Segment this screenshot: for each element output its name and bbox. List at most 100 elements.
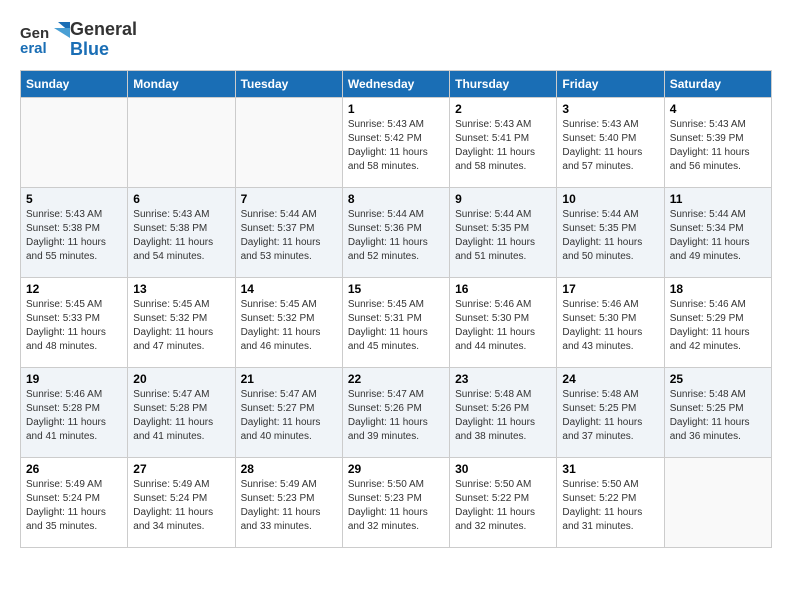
day-number: 6 [133,192,229,206]
logo-text-general: General [70,19,137,39]
calendar-week-row: 12 Sunrise: 5:45 AMSunset: 5:33 PMDayligh… [21,278,772,368]
day-number: 24 [562,372,658,386]
calendar-week-row: 5 Sunrise: 5:43 AMSunset: 5:38 PMDaylight… [21,188,772,278]
calendar-week-row: 1 Sunrise: 5:43 AMSunset: 5:42 PMDaylight… [21,98,772,188]
weekday-header: Saturday [664,71,771,98]
calendar-day-cell: 21 Sunrise: 5:47 AMSunset: 5:27 PMDayligh… [235,368,342,458]
day-info: Sunrise: 5:48 AMSunset: 5:26 PMDaylight:… [455,388,551,444]
day-number: 4 [670,102,766,116]
day-number: 15 [348,282,444,296]
day-number: 26 [26,462,122,476]
calendar-day-cell: 20Sunrise: 5:47 AMSunset: 5:28 PMDayligh… [128,368,235,458]
calendar-day-cell: 16 Sunrise: 5:46 AMSunset: 5:30 PMDayligh… [450,278,557,368]
calendar-day-cell: 5 Sunrise: 5:43 AMSunset: 5:38 PMDaylight… [21,188,128,278]
day-number: 31 [562,462,658,476]
day-number: 5 [26,192,122,206]
day-info: Sunrise: 5:47 AMSunset: 5:28 PMDaylight:… [133,388,229,444]
weekday-header: Tuesday [235,71,342,98]
day-info: Sunrise: 5:46 AMSunset: 5:28 PMDaylight:… [26,388,122,444]
day-info: Sunrise: 5:47 AMSunset: 5:27 PMDaylight:… [241,388,337,444]
day-number: 17 [562,282,658,296]
logo-text-blue: Blue [70,39,109,59]
day-info: Sunrise: 5:43 AMSunset: 5:40 PMDaylight:… [562,118,658,174]
day-number: 28 [241,462,337,476]
calendar-day-cell: 23Sunrise: 5:48 AMSunset: 5:26 PMDayligh… [450,368,557,458]
day-info: Sunrise: 5:49 AMSunset: 5:23 PMDaylight:… [241,478,337,534]
weekday-header: Wednesday [342,71,449,98]
calendar-day-cell: 30Sunrise: 5:50 AMSunset: 5:22 PMDayligh… [450,458,557,548]
calendar-day-cell: 2 Sunrise: 5:43 AMSunset: 5:41 PMDaylight… [450,98,557,188]
calendar-day-cell [235,98,342,188]
day-info: Sunrise: 5:45 AMSunset: 5:32 PMDaylight:… [133,298,229,354]
day-number: 13 [133,282,229,296]
day-number: 30 [455,462,551,476]
day-number: 3 [562,102,658,116]
day-number: 16 [455,282,551,296]
day-info: Sunrise: 5:50 AMSunset: 5:23 PMDaylight:… [348,478,444,534]
day-info: Sunrise: 5:50 AMSunset: 5:22 PMDaylight:… [562,478,658,534]
day-number: 22 [348,372,444,386]
day-number: 12 [26,282,122,296]
calendar-day-cell: 6 Sunrise: 5:43 AMSunset: 5:38 PMDaylight… [128,188,235,278]
day-number: 27 [133,462,229,476]
day-number: 2 [455,102,551,116]
day-info: Sunrise: 5:48 AMSunset: 5:25 PMDaylight:… [562,388,658,444]
calendar-day-cell: 27 Sunrise: 5:49 AMSunset: 5:24 PMDayligh… [128,458,235,548]
calendar-day-cell [21,98,128,188]
day-info: Sunrise: 5:44 AMSunset: 5:34 PMDaylight:… [670,208,766,264]
calendar-day-cell: 3 Sunrise: 5:43 AMSunset: 5:40 PMDaylight… [557,98,664,188]
day-info: Sunrise: 5:43 AMSunset: 5:41 PMDaylight:… [455,118,551,174]
calendar-week-row: 26 Sunrise: 5:49 AMSunset: 5:24 PMDayligh… [21,458,772,548]
day-info: Sunrise: 5:49 AMSunset: 5:24 PMDaylight:… [26,478,122,534]
day-number: 9 [455,192,551,206]
logo: Gen eral General Blue [20,20,137,60]
calendar-day-cell: 15 Sunrise: 5:45 AMSunset: 5:31 PMDayligh… [342,278,449,368]
calendar-day-cell: 8 Sunrise: 5:44 AMSunset: 5:36 PMDaylight… [342,188,449,278]
day-info: Sunrise: 5:44 AMSunset: 5:35 PMDaylight:… [562,208,658,264]
day-info: Sunrise: 5:46 AMSunset: 5:30 PMDaylight:… [562,298,658,354]
svg-text:eral: eral [20,40,47,57]
day-number: 1 [348,102,444,116]
day-info: Sunrise: 5:43 AMSunset: 5:39 PMDaylight:… [670,118,766,174]
calendar-day-cell: 1 Sunrise: 5:43 AMSunset: 5:42 PMDaylight… [342,98,449,188]
day-info: Sunrise: 5:45 AMSunset: 5:33 PMDaylight:… [26,298,122,354]
weekday-header: Friday [557,71,664,98]
day-number: 21 [241,372,337,386]
calendar-table: SundayMondayTuesdayWednesdayThursdayFrid… [20,70,772,548]
calendar-day-cell: 12 Sunrise: 5:45 AMSunset: 5:33 PMDayligh… [21,278,128,368]
calendar-day-cell: 22 Sunrise: 5:47 AMSunset: 5:26 PMDayligh… [342,368,449,458]
day-number: 19 [26,372,122,386]
day-info: Sunrise: 5:45 AMSunset: 5:32 PMDaylight:… [241,298,337,354]
day-info: Sunrise: 5:45 AMSunset: 5:31 PMDaylight:… [348,298,444,354]
day-info: Sunrise: 5:44 AMSunset: 5:35 PMDaylight:… [455,208,551,264]
day-info: Sunrise: 5:46 AMSunset: 5:29 PMDaylight:… [670,298,766,354]
calendar-header-row: SundayMondayTuesdayWednesdayThursdayFrid… [21,71,772,98]
day-info: Sunrise: 5:49 AMSunset: 5:24 PMDaylight:… [133,478,229,534]
calendar-day-cell: 18Sunrise: 5:46 AMSunset: 5:29 PMDayligh… [664,278,771,368]
calendar-day-cell: 9 Sunrise: 5:44 AMSunset: 5:35 PMDaylight… [450,188,557,278]
day-info: Sunrise: 5:47 AMSunset: 5:26 PMDaylight:… [348,388,444,444]
day-number: 29 [348,462,444,476]
day-number: 8 [348,192,444,206]
day-info: Sunrise: 5:43 AMSunset: 5:38 PMDaylight:… [26,208,122,264]
calendar-day-cell: 4 Sunrise: 5:43 AMSunset: 5:39 PMDaylight… [664,98,771,188]
weekday-header: Monday [128,71,235,98]
calendar-day-cell: 31 Sunrise: 5:50 AMSunset: 5:22 PMDayligh… [557,458,664,548]
calendar-day-cell: 25Sunrise: 5:48 AMSunset: 5:25 PMDayligh… [664,368,771,458]
calendar-day-cell: 29 Sunrise: 5:50 AMSunset: 5:23 PMDayligh… [342,458,449,548]
calendar-week-row: 19 Sunrise: 5:46 AMSunset: 5:28 PMDayligh… [21,368,772,458]
day-info: Sunrise: 5:44 AMSunset: 5:36 PMDaylight:… [348,208,444,264]
calendar-day-cell: 7Sunrise: 5:44 AMSunset: 5:37 PMDaylight… [235,188,342,278]
day-info: Sunrise: 5:46 AMSunset: 5:30 PMDaylight:… [455,298,551,354]
calendar-day-cell: 19 Sunrise: 5:46 AMSunset: 5:28 PMDayligh… [21,368,128,458]
day-info: Sunrise: 5:43 AMSunset: 5:38 PMDaylight:… [133,208,229,264]
day-info: Sunrise: 5:44 AMSunset: 5:37 PMDaylight:… [241,208,337,264]
calendar-day-cell: 17 Sunrise: 5:46 AMSunset: 5:30 PMDayligh… [557,278,664,368]
day-number: 14 [241,282,337,296]
day-info: Sunrise: 5:48 AMSunset: 5:25 PMDaylight:… [670,388,766,444]
day-info: Sunrise: 5:43 AMSunset: 5:42 PMDaylight:… [348,118,444,174]
page-header: Gen eral General Blue [20,20,772,60]
calendar-day-cell: 13 Sunrise: 5:45 AMSunset: 5:32 PMDayligh… [128,278,235,368]
calendar-day-cell: 10Sunrise: 5:44 AMSunset: 5:35 PMDayligh… [557,188,664,278]
calendar-day-cell: 14 Sunrise: 5:45 AMSunset: 5:32 PMDayligh… [235,278,342,368]
